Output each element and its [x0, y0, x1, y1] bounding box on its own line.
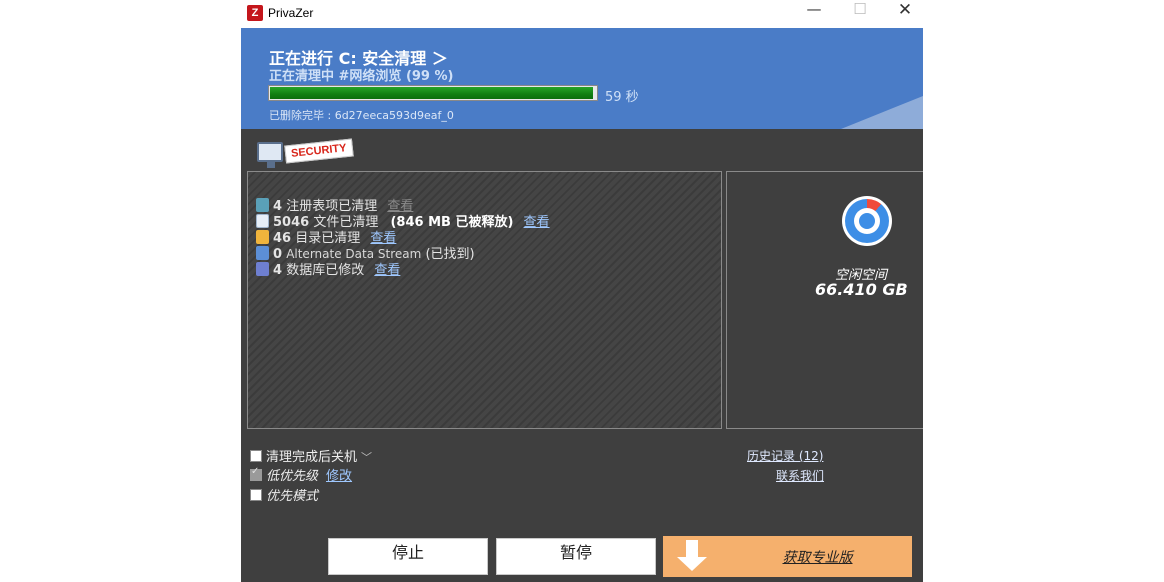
pie-ring — [845, 199, 889, 243]
progress-header: 正在进行 C: 安全清理 ＞ 正在清理中 #网络浏览 (99 %) 59 秒 已… — [241, 28, 923, 129]
folder-icon — [256, 230, 269, 244]
time-remaining: 59 秒 — [605, 90, 639, 105]
result-row-registry: 4 注册表项已清理 查看 — [256, 195, 413, 214]
deleted-item-label: 已删除完毕 : 6d27eeca593d9eaf_0 — [269, 109, 454, 122]
pie-core — [859, 213, 875, 229]
get-pro-label: 获取专业版 — [782, 550, 853, 566]
privazer-logo-icon: Z — [247, 5, 263, 21]
security-logo: SECURITY — [257, 138, 354, 168]
registry-icon — [256, 198, 269, 212]
download-arrow-icon — [677, 540, 707, 574]
title-bar[interactable]: Z PrivaZer — ☐ ✕ — [241, 0, 923, 28]
close-button[interactable]: ✕ — [882, 0, 923, 28]
main-panel: SECURITY 4 注册表项已清理 查看 5046 文件已清理 (846 MB… — [241, 129, 923, 536]
result-count: 4 — [273, 263, 283, 278]
ads-icon — [256, 246, 269, 260]
freed-space-label: (846 MB 已被释放) — [390, 215, 514, 230]
free-space-value: 66.410 GB — [815, 280, 908, 299]
result-label: 数据库已修改 — [286, 263, 365, 278]
chevron-down-icon[interactable]: ﹀ — [361, 451, 372, 464]
low-priority-option[interactable]: 低优先级修改 — [250, 465, 352, 484]
low-priority-checkbox[interactable] — [250, 466, 262, 481]
found-label: (已找到) — [425, 247, 475, 262]
view-files-link[interactable]: 查看 — [524, 215, 550, 230]
monitor-icon — [257, 142, 283, 168]
shutdown-option[interactable]: 清理完成后关机 ﹀ — [250, 446, 372, 465]
stop-button[interactable]: 停止 — [328, 538, 488, 575]
view-database-link[interactable]: 查看 — [374, 263, 400, 278]
shutdown-label: 清理完成后关机 — [266, 450, 358, 465]
modify-priority-link[interactable]: 修改 — [326, 469, 352, 484]
minimize-button[interactable]: — — [791, 0, 837, 28]
maximize-button[interactable]: ☐ — [837, 0, 883, 28]
header-decoration — [841, 96, 923, 129]
pie-hole — [854, 208, 880, 234]
priority-mode-option[interactable]: 优先模式 — [250, 485, 318, 504]
result-row-files: 5046 文件已清理 (846 MB 已被释放) 查看 — [256, 211, 550, 230]
button-bar: 停止 暂停 获取专业版 — [241, 536, 923, 582]
priority-mode-checkbox[interactable] — [250, 489, 262, 501]
results-panel: 4 注册表项已清理 查看 5046 文件已清理 (846 MB 已被释放) 查看… — [247, 171, 722, 429]
pause-button[interactable]: 暂停 — [496, 538, 656, 575]
result-row-ads: 0 Alternate Data Stream (已找到) — [256, 243, 475, 262]
scan-status: 正在清理中 #网络浏览 (99 %) — [269, 69, 454, 84]
priority-mode-label: 优先模式 — [266, 489, 319, 504]
result-row-folders: 46 目录已清理 查看 — [256, 227, 396, 246]
database-icon — [256, 262, 269, 276]
low-priority-label: 低优先级 — [266, 469, 319, 484]
result-row-database: 4 数据库已修改 查看 — [256, 259, 400, 278]
file-icon — [256, 214, 269, 228]
progress-bar — [268, 85, 598, 101]
history-link[interactable]: 历史记录 (12) — [747, 447, 823, 464]
free-space-panel: 空闲空间 66.410 GB — [726, 171, 923, 429]
privazer-window: Z PrivaZer — ☐ ✕ 正在进行 C: 安全清理 ＞ 正在清理中 #网… — [241, 0, 923, 582]
disk-usage-chart-icon — [842, 196, 892, 246]
window-title: PrivaZer — [268, 6, 314, 20]
security-badge: SECURITY — [284, 138, 354, 164]
shutdown-checkbox[interactable] — [250, 450, 262, 462]
contact-us-link[interactable]: 联系我们 — [776, 467, 824, 484]
progress-fill — [270, 87, 593, 99]
get-pro-button[interactable]: 获取专业版 — [663, 536, 912, 577]
